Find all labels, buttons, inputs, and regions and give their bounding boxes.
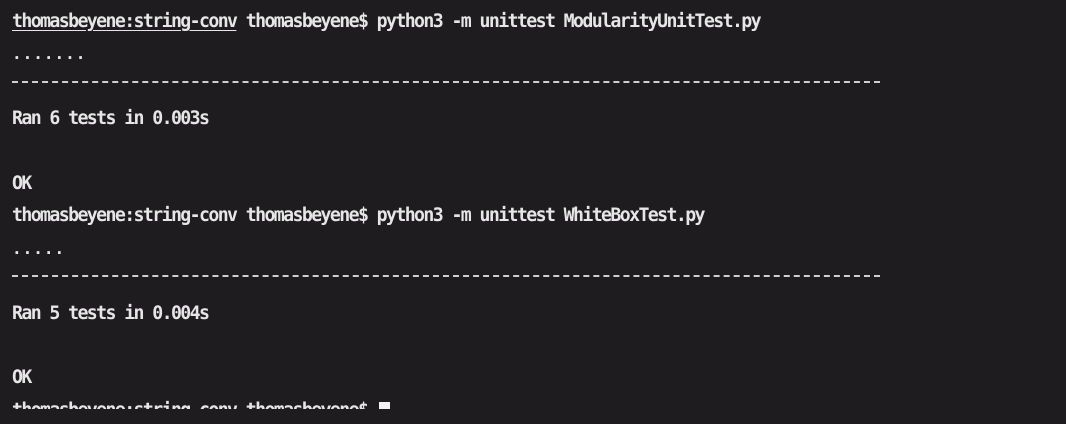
- prompt-host: thomasbeyene:string-conv: [12, 400, 238, 409]
- command-text: thomasbeyene$ python3 -m unittest Modula…: [236, 11, 762, 32]
- command-line: thomasbeyene:string-conv thomasbeyene$ p…: [12, 6, 1066, 38]
- command-text: thomasbeyene$ python3 -m unittest WhiteB…: [236, 205, 706, 227]
- prompt-host: thomasbeyene:string-conv: [12, 205, 238, 227]
- test-summary: Ran 6 tests in 0.003s: [12, 108, 210, 130]
- command-text: thomasbeyene$: [236, 400, 376, 409]
- test-progress-dots: .......: [12, 44, 87, 64]
- separator-row: [12, 265, 1066, 297]
- active-prompt-line[interactable]: thomasbeyene:string-conv thomasbeyene$: [12, 395, 1066, 409]
- dashed-separator: [12, 80, 880, 83]
- dashed-separator: [12, 275, 880, 278]
- prompt-host: thomasbeyene:string-conv: [12, 11, 238, 32]
- text-cursor: [378, 401, 390, 409]
- test-result-ok: OK: [12, 172, 32, 194]
- test-summary: Ran 5 tests in 0.004s: [12, 302, 210, 324]
- test-result-ok: OK: [12, 367, 32, 389]
- test-progress-dots: .....: [12, 238, 66, 258]
- separator-row: [12, 71, 1066, 103]
- command-line: thomasbeyene:string-conv thomasbeyene$ p…: [12, 200, 1066, 232]
- terminal-window[interactable]: thomasbeyene:string-conv thomasbeyene$ p…: [0, 0, 1066, 424]
